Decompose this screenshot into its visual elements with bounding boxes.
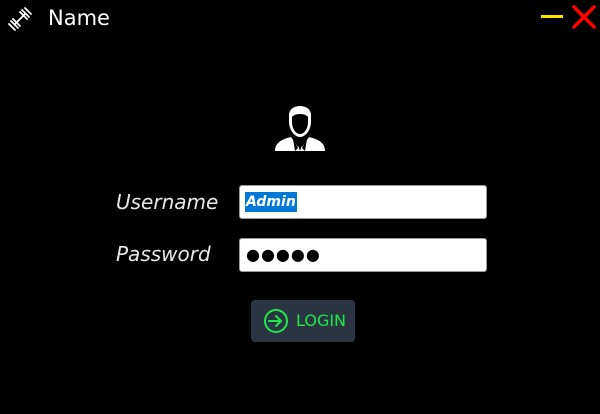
login-button[interactable]: LOGIN	[251, 300, 355, 342]
user-icon	[271, 95, 329, 153]
close-button[interactable]	[571, 4, 597, 30]
login-label: LOGIN	[296, 311, 347, 330]
password-label: Password	[116, 242, 211, 266]
username-label: Username	[116, 190, 219, 214]
close-icon	[572, 5, 596, 29]
password-value: ●●●●●	[246, 245, 321, 264]
password-input[interactable]: ●●●●●	[239, 238, 487, 272]
dumbbell-icon	[6, 5, 34, 33]
title-bar[interactable]: Name	[0, 0, 600, 36]
window-title: Name	[48, 6, 110, 30]
username-input[interactable]: Admin	[239, 185, 487, 219]
login-arrow-icon	[263, 308, 289, 334]
minimize-icon	[541, 15, 563, 18]
minimize-button[interactable]	[541, 6, 563, 28]
username-value: Admin	[245, 192, 297, 212]
login-window: Name Username Admin Password ●●●●● LOGIN	[0, 0, 600, 414]
